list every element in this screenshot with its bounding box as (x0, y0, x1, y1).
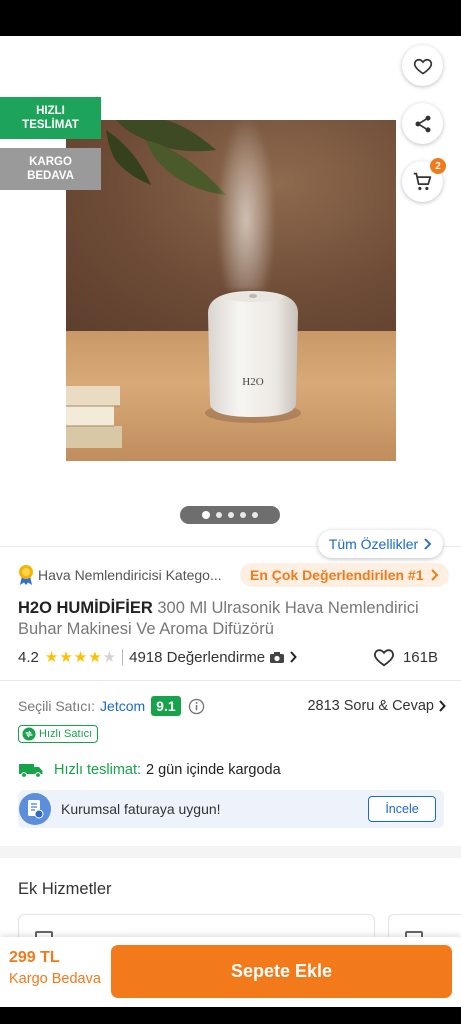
chevron-right-icon (290, 651, 297, 663)
back-button[interactable] (14, 50, 50, 80)
share-icon (415, 115, 430, 132)
system-nav-bar (0, 1007, 461, 1024)
pagination-dot[interactable] (228, 512, 234, 518)
mist-steam (216, 120, 276, 290)
seller-row: Seçili Satıcı: Jetcom 9.1 2813 Soru & Ce… (18, 694, 446, 718)
chevron-right-icon (439, 700, 446, 712)
chevron-right-icon (430, 569, 438, 581)
pagination-dot[interactable] (252, 512, 258, 518)
free-cargo-badge: KARGO BEDAVA (0, 148, 101, 190)
rating-row: 4.2 ★ ★ ★ ★ ★ 4918 Değerlendirme 161B (18, 646, 443, 668)
back-arrow-icon (23, 57, 41, 73)
device-label: H2O (242, 376, 263, 388)
seller-name-link[interactable]: Jetcom (100, 698, 145, 714)
fast-seller-badge: Hızlı Satıcı (18, 725, 99, 743)
heart-outline-icon (373, 649, 394, 667)
heart-icon (413, 58, 432, 74)
extra-services-title: Ek Hizmetler (18, 880, 112, 898)
fast-delivery-badge-line2: TESLİMAT (22, 119, 79, 131)
separator (122, 649, 124, 665)
section-gap (0, 846, 461, 858)
fast-seller-label: Hızlı Satıcı (39, 728, 93, 740)
free-cargo-badge-line2: BEDAVA (27, 170, 74, 182)
star-icon: ★ (88, 648, 102, 666)
seller-score-badge: 9.1 (151, 696, 181, 716)
inspect-button[interactable]: İncele (368, 796, 436, 822)
truck-icon (19, 764, 43, 778)
all-features-button[interactable]: Tüm Özellikler (318, 530, 443, 558)
image-pagination-dots[interactable] (180, 506, 280, 524)
chevron-right-icon (424, 538, 432, 550)
star-icon: ★ (73, 648, 88, 666)
info-icon[interactable] (188, 698, 205, 715)
fast-delivery-badge-line1: HIZLI (36, 105, 65, 117)
pagination-dot[interactable] (216, 512, 222, 518)
reviews-count: 4918 Değerlendirme (129, 648, 266, 666)
delivery-text: 2 gün içinde kargoda (146, 762, 281, 778)
pagination-dot[interactable] (202, 511, 210, 519)
delivery-row: Hızlı teslimat: 2 gün içinde kargoda (18, 758, 281, 782)
delivery-label: Hızlı teslimat: (54, 762, 142, 778)
price: 299 TL (9, 949, 60, 966)
product-title: H2O HUMİDİFİER 300 Ml Ulrasonik Hava Nem… (18, 598, 448, 640)
pagination-dot[interactable] (240, 512, 246, 518)
best-rated-badge[interactable]: En Çok Değerlendirilen #1 (240, 563, 449, 587)
product-brand[interactable]: H2O HUMİDİFİER (18, 599, 153, 617)
cart-count-badge: 2 (430, 158, 446, 174)
cart-icon (413, 172, 432, 191)
add-to-cart-button[interactable]: Sepete Ekle (111, 945, 452, 998)
rating-stars: ★ ★ ★ ★ ★ (45, 650, 116, 665)
star-icon: ★ (59, 648, 73, 666)
award-ribbon-icon (19, 565, 33, 585)
humidifier-device: H2O (205, 291, 301, 423)
star-empty-icon: ★ (102, 648, 117, 666)
product-photo[interactable]: H2O (66, 120, 396, 461)
favorite-button[interactable] (402, 45, 443, 86)
cart-button[interactable]: 2 (402, 158, 446, 202)
fast-delivery-badge: HIZLI TESLİMAT (0, 97, 101, 139)
questions-answers-link[interactable]: 2813 Soru & Cevap (307, 698, 446, 714)
rating-score: 4.2 (18, 648, 39, 666)
qa-count: 2813 Soru & Cevap (307, 698, 434, 714)
bottom-action-bar: 299 TL Kargo Bedava Sepete Ekle (0, 937, 461, 1007)
category-link[interactable]: Hava Nemlendiricisi Katego... (38, 567, 222, 583)
free-cargo-badge-line1: KARGO (29, 156, 72, 168)
favorites-count: 161B (402, 648, 438, 666)
fast-seller-icon (22, 727, 36, 741)
status-bar (0, 0, 461, 36)
corporate-invoice-banner: Kurumsal faturaya uygun! İncele (18, 790, 444, 828)
best-rated-label: En Çok Değerlendirilen #1 (250, 567, 424, 583)
favorites-counter[interactable]: 161B (373, 647, 438, 667)
camera-icon (270, 651, 285, 663)
divider (0, 680, 461, 681)
books (66, 386, 122, 448)
category-row: Hava Nemlendiricisi Katego... En Çok Değ… (18, 563, 449, 587)
reviews-link[interactable]: 4918 Değerlendirme (129, 649, 297, 666)
invoice-icon (19, 793, 51, 825)
seller-label: Seçili Satıcı: (18, 698, 96, 714)
free-shipping-label: Kargo Bedava (9, 971, 101, 987)
star-icon: ★ (44, 648, 59, 666)
invoice-text: Kurumsal faturaya uygun! (61, 801, 221, 817)
all-features-label: Tüm Özellikler (328, 536, 419, 552)
share-button[interactable] (402, 103, 443, 144)
